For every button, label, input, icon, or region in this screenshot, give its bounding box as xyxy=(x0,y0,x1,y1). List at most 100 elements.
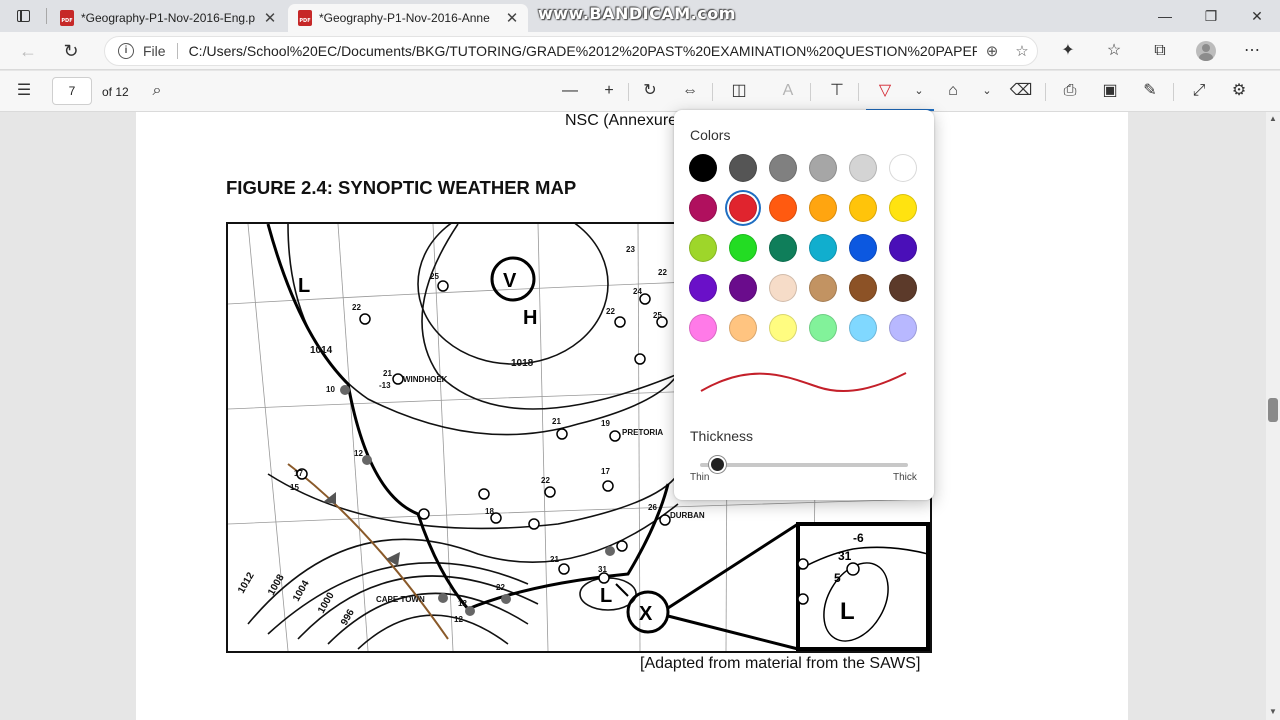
weather-station-filled xyxy=(362,455,372,465)
minimize-button[interactable]: — xyxy=(1142,4,1188,28)
scrollbar-thumb[interactable] xyxy=(1268,398,1278,422)
inset-station xyxy=(797,593,809,605)
close-tab-icon[interactable]: ✕ xyxy=(260,9,280,27)
zoom-in-icon[interactable]: + xyxy=(596,79,622,103)
color-swatch[interactable] xyxy=(809,234,837,262)
scroll-up-icon[interactable]: ▲ xyxy=(1269,114,1277,123)
color-swatch[interactable] xyxy=(849,194,877,222)
color-swatch[interactable] xyxy=(689,194,717,222)
inset-station xyxy=(797,558,809,570)
color-swatch[interactable] xyxy=(769,194,797,222)
page-view-icon[interactable]: ◫ xyxy=(726,79,752,103)
color-swatch[interactable] xyxy=(689,234,717,262)
color-swatch[interactable] xyxy=(729,314,757,342)
color-swatch[interactable] xyxy=(809,194,837,222)
station-value: 21 xyxy=(552,417,561,426)
weather-station xyxy=(659,514,671,526)
draw-options-chevron-icon[interactable]: ⌄ xyxy=(906,79,932,103)
station-value: 17 xyxy=(294,469,303,478)
favorites-icon[interactable]: ☆ xyxy=(1101,39,1127,63)
thickness-slider[interactable] xyxy=(700,463,908,467)
restore-button[interactable]: ❐ xyxy=(1188,4,1234,28)
color-swatch[interactable] xyxy=(769,274,797,302)
contents-icon[interactable]: ☰ xyxy=(11,79,37,103)
place-cape-town: CAPE TOWN xyxy=(376,595,425,604)
print-icon[interactable]: ⎙ xyxy=(1057,79,1083,103)
color-swatch[interactable] xyxy=(889,194,917,222)
color-swatch[interactable] xyxy=(769,234,797,262)
station-value: 23 xyxy=(626,245,635,254)
pdf-file-icon: PDF xyxy=(60,10,74,26)
color-swatch[interactable] xyxy=(729,194,757,222)
zoom-out-icon[interactable]: — xyxy=(557,79,583,103)
color-swatch[interactable] xyxy=(729,274,757,302)
thin-label: Thin xyxy=(690,472,710,483)
tab-geography-eng[interactable]: PDF *Geography-P1-Nov-2016-Eng.p ✕ xyxy=(50,4,286,32)
color-swatch[interactable] xyxy=(889,274,917,302)
highlight-options-chevron-icon[interactable]: ⌄ xyxy=(974,79,1000,103)
scroll-down-icon[interactable]: ▼ xyxy=(1269,707,1277,716)
color-swatch[interactable] xyxy=(889,154,917,182)
weather-station xyxy=(418,508,430,520)
page-number-input[interactable]: 7 xyxy=(52,77,92,105)
color-swatch[interactable] xyxy=(809,274,837,302)
tab-geography-annexure[interactable]: PDF *Geography-P1-Nov-2016-Anne ✕ xyxy=(288,4,528,32)
close-window-button[interactable]: ✕ xyxy=(1234,4,1280,28)
read-aloud-icon[interactable]: A xyxy=(775,79,801,103)
color-swatch[interactable] xyxy=(689,154,717,182)
color-swatch[interactable] xyxy=(849,314,877,342)
color-swatch[interactable] xyxy=(689,314,717,342)
toolbar-separator xyxy=(1173,83,1174,101)
color-swatch[interactable] xyxy=(849,154,877,182)
color-swatch[interactable] xyxy=(849,234,877,262)
pdf-file-icon: PDF xyxy=(298,10,312,26)
weather-station xyxy=(437,280,449,292)
color-swatch[interactable] xyxy=(889,314,917,342)
url-text[interactable]: C:/Users/School%20EC/Documents/BKG/TUTOR… xyxy=(189,43,977,59)
address-bar[interactable]: i File C:/Users/School%20EC/Documents/BK… xyxy=(104,36,1038,66)
highlight-icon[interactable]: ⌂ xyxy=(940,79,966,103)
draw-icon[interactable]: ▽ xyxy=(872,79,898,103)
settings-gear-icon[interactable]: ⚙ xyxy=(1226,79,1252,103)
weather-station xyxy=(359,313,371,325)
fit-width-icon[interactable]: ⇔ xyxy=(677,79,703,103)
thickness-slider-thumb[interactable] xyxy=(709,456,726,473)
info-icon[interactable]: i xyxy=(118,43,134,59)
station-v-symbol: V xyxy=(503,270,517,292)
fullscreen-icon[interactable]: ⤢ xyxy=(1186,79,1212,103)
extensions-icon[interactable]: ✦ xyxy=(1055,39,1081,63)
tab-actions-button[interactable] xyxy=(8,5,38,27)
station-value: 25 xyxy=(653,311,662,320)
color-swatch[interactable] xyxy=(889,234,917,262)
color-swatch[interactable] xyxy=(729,154,757,182)
collections-icon[interactable]: ⧉ xyxy=(1147,39,1173,63)
rotate-icon[interactable]: ↻ xyxy=(637,79,663,103)
color-swatch[interactable] xyxy=(729,234,757,262)
place-pretoria: PRETORIA xyxy=(622,428,663,437)
erase-icon[interactable]: ⌫ xyxy=(1008,79,1034,103)
ink-preview-stroke xyxy=(700,372,907,393)
color-swatch[interactable] xyxy=(809,154,837,182)
tab-separator xyxy=(46,8,47,24)
save-icon[interactable]: ▣ xyxy=(1097,79,1123,103)
text-box-icon[interactable]: ⊤ xyxy=(824,79,850,103)
more-menu-icon[interactable]: ⋯ xyxy=(1239,39,1265,63)
tab-bar: PDF *Geography-P1-Nov-2016-Eng.p ✕ PDF *… xyxy=(0,0,1280,32)
tab-title: *Geography-P1-Nov-2016-Anne xyxy=(319,11,490,25)
back-button[interactable]: ← xyxy=(14,38,42,64)
color-swatch[interactable] xyxy=(809,314,837,342)
inset-low-symbol: L xyxy=(840,598,855,625)
refresh-button[interactable]: ↻ xyxy=(57,38,85,64)
color-swatch[interactable] xyxy=(689,274,717,302)
isobar-label: 1014 xyxy=(310,345,333,356)
low-pressure-symbol: L xyxy=(298,275,310,297)
close-tab-icon[interactable]: ✕ xyxy=(502,9,522,27)
color-swatch[interactable] xyxy=(849,274,877,302)
zoom-icon[interactable]: ⊕ xyxy=(977,42,1007,60)
profile-avatar[interactable] xyxy=(1196,41,1216,61)
search-icon[interactable]: ⌕ xyxy=(144,79,170,103)
save-as-icon[interactable]: ✎ xyxy=(1137,79,1163,103)
color-swatch[interactable] xyxy=(769,154,797,182)
color-swatch[interactable] xyxy=(769,314,797,342)
add-favorite-icon[interactable]: ☆ xyxy=(1007,42,1037,60)
